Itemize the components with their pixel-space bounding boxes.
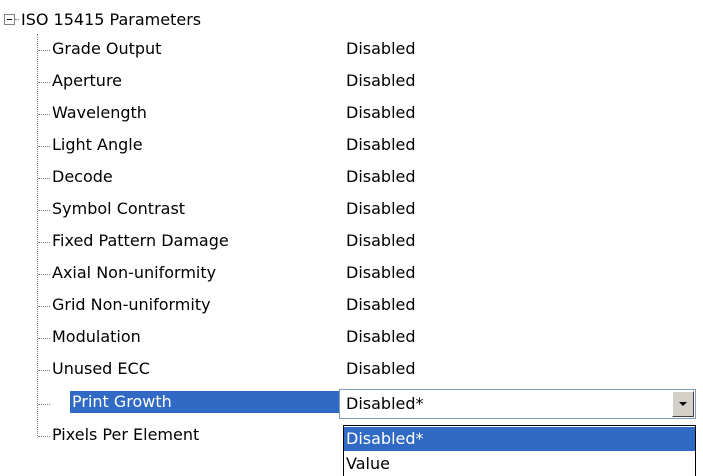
chevron-down-icon <box>679 402 687 406</box>
param-label: Pixels Per Element <box>52 425 200 444</box>
param-value[interactable]: Disabled <box>346 358 416 380</box>
param-label: Light Angle <box>52 135 143 154</box>
param-value[interactable]: Disabled <box>346 262 416 284</box>
tree-item-axial-non-uniformity[interactable]: Axial Non-uniformity Disabled <box>0 258 703 290</box>
param-value[interactable]: Disabled <box>346 38 416 60</box>
tree-item-grid-non-uniformity[interactable]: Grid Non-uniformity Disabled <box>0 290 703 322</box>
tree-connector <box>38 178 50 179</box>
param-label: Aperture <box>52 71 123 90</box>
tree-connector <box>38 404 50 405</box>
param-label: Fixed Pattern Damage <box>52 231 229 250</box>
param-label: Grade Output <box>52 39 162 58</box>
tree-item-decode[interactable]: Decode Disabled <box>0 162 703 194</box>
tree-connector <box>38 114 50 115</box>
param-value[interactable]: Disabled <box>346 326 416 348</box>
tree-item-modulation[interactable]: Modulation Disabled <box>0 322 703 354</box>
select-value: Disabled* <box>346 394 424 413</box>
param-value[interactable]: Disabled <box>346 198 416 220</box>
tree-item-wavelength[interactable]: Wavelength Disabled <box>0 98 703 130</box>
dropdown-list: Disabled* Value <box>343 425 696 476</box>
param-label: Grid Non-uniformity <box>52 295 211 314</box>
tree-connector <box>38 274 50 275</box>
tree-item-unused-ecc[interactable]: Unused ECC Disabled <box>0 354 703 386</box>
minus-icon <box>7 19 12 20</box>
tree-connector <box>38 370 50 371</box>
dropdown-button[interactable] <box>672 391 694 417</box>
param-value[interactable]: Disabled <box>346 102 416 124</box>
tree-item-grade-output[interactable]: Grade Output Disabled <box>0 34 703 66</box>
dropdown-option-value[interactable]: Value <box>344 452 695 476</box>
tree-item-symbol-contrast[interactable]: Symbol Contrast Disabled <box>0 194 703 226</box>
param-label: Modulation <box>52 327 141 346</box>
tree-connector <box>38 82 50 83</box>
param-label-selected: Print Growth <box>70 391 340 413</box>
param-value[interactable]: Disabled <box>346 166 416 188</box>
param-value[interactable]: Disabled <box>346 70 416 92</box>
tree-item-fixed-pattern-damage[interactable]: Fixed Pattern Damage Disabled <box>0 226 703 258</box>
tree-connector <box>38 210 50 211</box>
param-label: Unused ECC <box>52 359 150 378</box>
tree-connector <box>38 50 50 51</box>
param-label: Wavelength <box>52 103 147 122</box>
collapse-icon[interactable] <box>4 14 15 25</box>
tree-connector <box>38 242 50 243</box>
param-label: Decode <box>52 167 113 186</box>
tree-item-aperture[interactable]: Aperture Disabled <box>0 66 703 98</box>
param-label: Symbol Contrast <box>52 199 186 218</box>
param-label: Axial Non-uniformity <box>52 263 217 282</box>
tree-item-light-angle[interactable]: Light Angle Disabled <box>0 130 703 162</box>
param-value[interactable]: Disabled <box>346 230 416 252</box>
param-value[interactable]: Disabled <box>346 294 416 316</box>
param-value[interactable]: Disabled <box>346 134 416 156</box>
tree-connector <box>38 436 50 437</box>
tree-root-label: ISO 15415 Parameters <box>21 10 202 29</box>
tree-connector <box>38 338 50 339</box>
tree-connector <box>15 19 19 20</box>
dropdown-option-disabled[interactable]: Disabled* <box>344 427 695 451</box>
tree-connector <box>38 146 50 147</box>
tree-root[interactable]: ISO 15415 Parameters <box>0 6 400 34</box>
tree-connector <box>38 306 50 307</box>
print-growth-select[interactable]: Disabled* <box>339 389 696 419</box>
